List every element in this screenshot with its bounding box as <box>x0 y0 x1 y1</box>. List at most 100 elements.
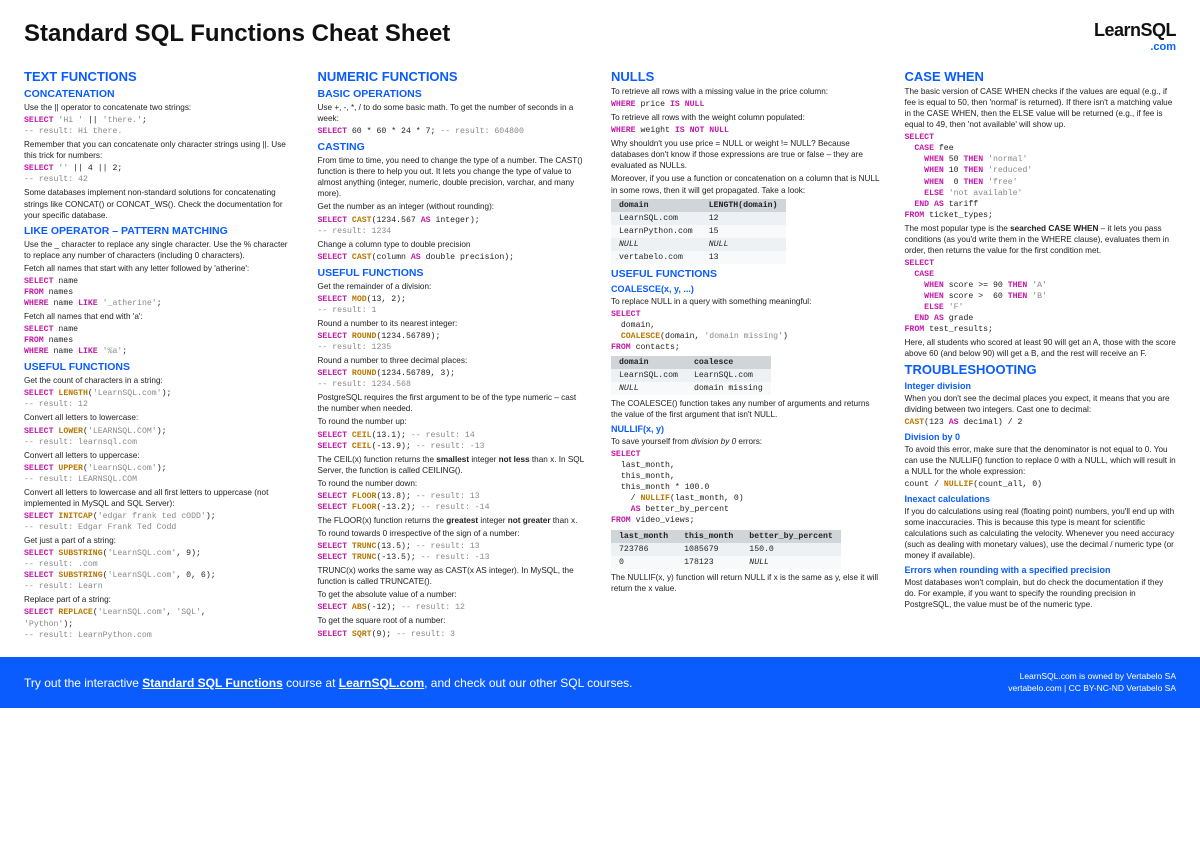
body-text: The most popular type is the searched CA… <box>905 223 1177 256</box>
body-text: Get the number as an integer (without ro… <box>318 201 590 212</box>
page-title: Standard SQL Functions Cheat Sheet <box>24 20 450 48</box>
body-text: Round a number to three decimal places: <box>318 355 590 366</box>
body-text: To round towards 0 irrespective of the s… <box>318 528 590 539</box>
code-block: SELECT '' || 4 || 2; -- result: 42 <box>24 163 296 185</box>
body-text: Round a number to its nearest integer: <box>318 318 590 329</box>
footer: Try out the interactive Standard SQL Fun… <box>0 657 1200 709</box>
body-text: The NULLIF(x, y) function will return NU… <box>611 572 883 594</box>
body-text: Some databases implement non-standard so… <box>24 187 296 220</box>
h2-troubleshooting: TROUBLESHOOTING <box>905 362 1177 377</box>
body-text: The CEIL(x) function returns the smalles… <box>318 454 590 476</box>
h4-coalesce: COALESCE(x, y, ...) <box>611 284 883 294</box>
code-block: CAST(123 AS decimal) / 2 <box>905 417 1177 428</box>
code-block: SELECT last_month, this_month, this_mont… <box>611 449 883 526</box>
code-block: SELECT CEIL(13.1); -- result: 14 SELECT … <box>318 430 590 452</box>
code-block: SELECT FLOOR(13.8); -- result: 13 SELECT… <box>318 491 590 513</box>
body-text: If you do calculations using real (float… <box>905 506 1177 561</box>
h4-rounding-errors: Errors when rounding with a specified pr… <box>905 565 1177 575</box>
h3-useful-text: USEFUL FUNCTIONS <box>24 361 296 373</box>
code-block: SELECT CAST(column AS double precision); <box>318 252 590 263</box>
body-text: Get the remainder of a division: <box>318 281 590 292</box>
body-text: Remember that you can concatenate only c… <box>24 139 296 161</box>
body-text: Change a column type to double precision <box>318 239 590 250</box>
body-text: To retrieve all rows with a missing valu… <box>611 86 883 97</box>
body-text: The FLOOR(x) function returns the greate… <box>318 515 590 526</box>
footer-link-course[interactable]: Standard SQL Functions <box>142 676 282 690</box>
table-nullif: last_monththis_monthbetter_by_percent 72… <box>611 530 841 569</box>
h3-casting: CASTING <box>318 141 590 153</box>
code-block: SELECT ROUND(1234.56789); -- result: 123… <box>318 331 590 353</box>
code-block: SELECT ROUND(1234.56789, 3); -- result: … <box>318 368 590 390</box>
body-text: To get the square root of a number: <box>318 615 590 626</box>
code-block: SELECT SUBSTRING('LearnSQL.com', 9); -- … <box>24 548 296 592</box>
column-text-functions: TEXT FUNCTIONS CONCATENATION Use the || … <box>24 67 296 643</box>
h4-inexact: Inexact calculations <box>905 494 1177 504</box>
h3-concatenation: CONCATENATION <box>24 88 296 100</box>
body-text: Fetch all names that start with any lett… <box>24 263 296 274</box>
body-text: Use the || operator to concatenate two s… <box>24 102 296 113</box>
body-text: TRUNC(x) works the same way as CAST(x AS… <box>318 565 590 587</box>
body-text: The basic version of CASE WHEN checks if… <box>905 86 1177 130</box>
h3-useful-nulls: USEFUL FUNCTIONS <box>611 268 883 280</box>
body-text: From time to time, you need to change th… <box>318 155 590 199</box>
body-text: To get the absolute value of a number: <box>318 589 590 600</box>
body-text: Most databases won't complain, but do ch… <box>905 577 1177 610</box>
code-block: SELECT INITCAP('edgar frank ted cODD'); … <box>24 511 296 533</box>
body-text: To retrieve all rows with the weight col… <box>611 112 883 123</box>
body-text: When you don't see the decimal places yo… <box>905 393 1177 415</box>
body-text: Use the _ character to replace any singl… <box>24 239 296 261</box>
body-text: Moreover, if you use a function or conca… <box>611 173 883 195</box>
code-block: count / NULLIF(count_all, 0) <box>905 479 1177 490</box>
code-block: SELECT name FROM names WHERE name LIKE '… <box>24 324 296 357</box>
column-nulls: NULLs To retrieve all rows with a missin… <box>611 67 883 643</box>
body-text: Get just a part of a string: <box>24 535 296 546</box>
body-text: To replace NULL in a query with somethin… <box>611 296 883 307</box>
logo: LearnSQL .com <box>1094 20 1176 53</box>
h3-basic-ops: BASIC OPERATIONS <box>318 88 590 100</box>
body-text: PostgreSQL requires the first argument t… <box>318 392 590 414</box>
footer-left: Try out the interactive Standard SQL Fun… <box>24 676 632 690</box>
code-block: SELECT name FROM names WHERE name LIKE '… <box>24 276 296 309</box>
code-block: SELECT REPLACE('LearnSQL.com', 'SQL', 'P… <box>24 607 296 640</box>
body-text: Convert all letters to lowercase: <box>24 412 296 423</box>
h4-division-by-zero: Division by 0 <box>905 432 1177 442</box>
table-coalesce: domaincoalesce LearnSQL.comLearnSQL.com … <box>611 356 771 395</box>
code-block: SELECT LENGTH('LearnSQL.com'); -- result… <box>24 388 296 410</box>
body-text: Here, all students who scored at least 9… <box>905 337 1177 359</box>
body-text: Convert all letters to lowercase and all… <box>24 487 296 509</box>
h2-numeric-functions: NUMERIC FUNCTIONS <box>318 69 590 84</box>
code-block: SELECT MOD(13, 2); -- result: 1 <box>318 294 590 316</box>
h2-text-functions: TEXT FUNCTIONS <box>24 69 296 84</box>
body-text: To save yourself from division by 0 erro… <box>611 436 883 447</box>
body-text: To avoid this error, make sure that the … <box>905 444 1177 477</box>
code-block: SELECT CAST(1234.567 AS integer); -- res… <box>318 215 590 237</box>
footer-link-site[interactable]: LearnSQL.com <box>339 676 424 690</box>
body-text: Why shouldn't you use price = NULL or we… <box>611 138 883 171</box>
body-text: To round the number down: <box>318 478 590 489</box>
body-text: To round the number up: <box>318 416 590 427</box>
code-block: SELECT ABS(-12); -- result: 12 <box>318 602 590 613</box>
h2-nulls: NULLs <box>611 69 883 84</box>
column-case-when: CASE WHEN The basic version of CASE WHEN… <box>905 67 1177 643</box>
body-text: Convert all letters to uppercase: <box>24 450 296 461</box>
h4-nullif: NULLIF(x, y) <box>611 424 883 434</box>
code-block: SELECT SQRT(9); -- result: 3 <box>318 629 590 640</box>
h2-case-when: CASE WHEN <box>905 69 1177 84</box>
code-block: SELECT domain, COALESCE(domain, 'domain … <box>611 309 883 353</box>
body-text: Get the count of characters in a string: <box>24 375 296 386</box>
code-block: SELECT TRUNC(13.5); -- result: 13 SELECT… <box>318 541 590 563</box>
code-block: SELECT 60 * 60 * 24 * 7; -- result: 6048… <box>318 126 590 137</box>
code-block: SELECT 'Hi ' || 'there.'; -- result: Hi … <box>24 115 296 137</box>
body-text: Replace part of a string: <box>24 594 296 605</box>
footer-right: LearnSQL.com is owned by Vertabelo SA ve… <box>1008 671 1176 695</box>
code-block: WHERE weight IS NOT NULL <box>611 125 883 136</box>
body-text: The COALESCE() function takes any number… <box>611 398 883 420</box>
logo-subtext: .com <box>1094 41 1176 53</box>
code-block: SELECT LOWER('LEARNSQL.COM'); -- result:… <box>24 426 296 448</box>
body-text: Fetch all names that end with 'a': <box>24 311 296 322</box>
logo-text: LearnSQL <box>1094 20 1176 41</box>
code-block: WHERE price IS NULL <box>611 99 883 110</box>
code-block: SELECT UPPER('LearnSQL.com'); -- result:… <box>24 463 296 485</box>
column-numeric-functions: NUMERIC FUNCTIONS BASIC OPERATIONS Use +… <box>318 67 590 643</box>
body-text: Use +, -, *, / to do some basic math. To… <box>318 102 590 124</box>
